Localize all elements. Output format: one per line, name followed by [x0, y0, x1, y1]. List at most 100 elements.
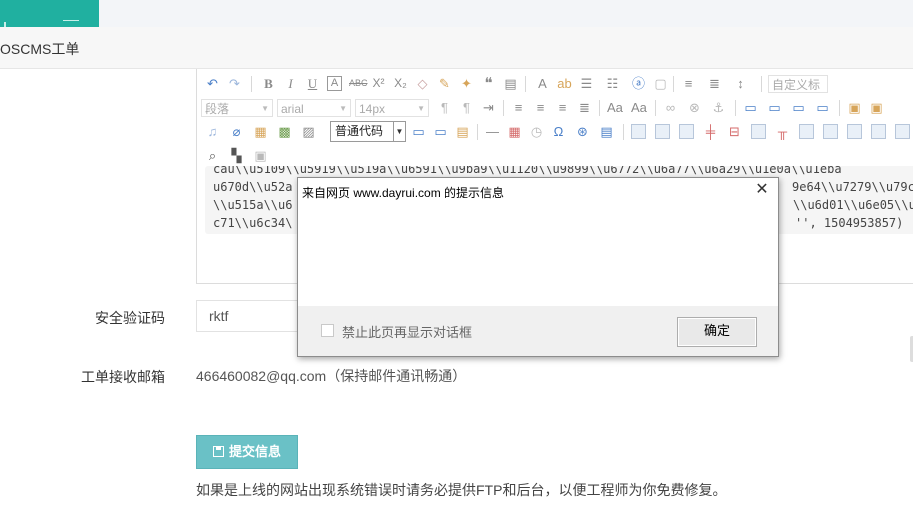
search-icon[interactable]: ▚ [229, 148, 244, 163]
italic-icon[interactable]: I [283, 76, 298, 91]
suppress-dialog-label[interactable]: 禁止此页再显示对话框 [342, 322, 472, 341]
delete-table-icon[interactable] [655, 124, 670, 139]
toolbar-divider [839, 100, 840, 116]
insert-row-icon[interactable]: ╪ [703, 124, 718, 139]
superscript-icon[interactable]: X² [371, 76, 386, 91]
insert-image-icon[interactable]: ▣ [847, 100, 862, 115]
attachment-icon[interactable]: ⌀ [229, 124, 244, 139]
help-icon[interactable]: ▣ [253, 148, 268, 163]
justify-full-icon[interactable]: ≣ [577, 100, 592, 115]
template-icon[interactable]: ▤ [455, 124, 470, 139]
custom-title-select[interactable]: 自定义标 [768, 75, 828, 93]
preview-icon[interactable]: ⌕ [205, 148, 220, 163]
format-brush-icon[interactable]: ✎ [437, 76, 452, 91]
time-icon[interactable]: ◷ [529, 124, 544, 139]
insert-table-icon[interactable] [631, 124, 646, 139]
image-left-icon[interactable]: ▭ [767, 100, 782, 115]
image-gallery-icon[interactable]: ▩ [277, 124, 292, 139]
code-line: \\u515a\\u6 [213, 198, 293, 212]
search-replace-icon[interactable]: ⊛ [575, 124, 590, 139]
ok-button[interactable]: 确定 [677, 317, 757, 347]
auto-format-icon[interactable]: ✦ [459, 76, 474, 91]
email-label: 工单接收邮箱 [81, 369, 165, 385]
anchor-icon[interactable]: ⚓ [711, 100, 726, 115]
page-title: OSCMS工单 [0, 41, 80, 57]
font-border-icon[interactable]: A [327, 76, 342, 91]
date-icon[interactable]: ▦ [507, 124, 522, 139]
alert-dialog: 来自网页 www.dayrui.com 的提示信息 ✕ 禁止此页再显示对话框 确… [297, 177, 779, 357]
insert-paragraph-icon[interactable] [679, 124, 694, 139]
draft-icon[interactable]: ▤ [599, 124, 614, 139]
merge-cells-icon[interactable] [799, 124, 814, 139]
undo-icon[interactable]: ↶ [205, 76, 220, 91]
merge-down-icon[interactable] [847, 124, 862, 139]
justify-left-icon[interactable]: ≡ [511, 100, 526, 115]
image-none-icon[interactable]: ▭ [743, 100, 758, 115]
justify-center-icon[interactable]: ≡ [533, 100, 548, 115]
dialog-title: 来自网页 www.dayrui.com 的提示信息 [302, 186, 505, 200]
font-color-icon[interactable]: A [535, 76, 550, 91]
bold-icon[interactable]: B [261, 76, 276, 91]
to-uppercase-icon[interactable]: Aа [607, 100, 623, 115]
code-line: c71\\u6c34\ [213, 216, 293, 230]
toolbar-divider [655, 100, 656, 116]
image-right-icon[interactable]: ▭ [791, 100, 806, 115]
special-char-icon[interactable]: Ω [551, 124, 566, 139]
submit-button[interactable]: 提交信息 [196, 435, 298, 469]
insert-image-icon[interactable]: ▣ [869, 100, 884, 115]
chevron-down-icon: ▼ [261, 104, 269, 113]
clear-doc-icon[interactable]: ▢ [653, 76, 668, 91]
image-center-icon[interactable]: ▭ [815, 100, 830, 115]
code-line: u670d\\u52a [213, 180, 293, 194]
insert-col-icon[interactable] [751, 124, 766, 139]
delete-row-icon[interactable]: ⊟ [727, 124, 742, 139]
underline-icon[interactable]: U [305, 76, 320, 91]
font-size-select[interactable]: 14px ▼ [355, 99, 429, 117]
paste-plain-icon[interactable]: ▤ [503, 76, 518, 91]
toolbar-divider [623, 124, 624, 140]
close-icon[interactable]: ✕ [754, 182, 770, 198]
music-icon[interactable]: ♫ [205, 124, 220, 139]
toolbar-divider [503, 100, 504, 116]
delete-col-icon[interactable]: ╥ [775, 124, 790, 139]
eraser-icon[interactable]: ◇ [415, 76, 430, 91]
blockquote-icon[interactable]: ❝ [481, 76, 496, 91]
paragraph-select[interactable]: 段落 ▼ [201, 99, 273, 117]
split-cells-icon[interactable] [871, 124, 886, 139]
help-note: 如果是上线的网站出现系统错误时请务必提供FTP和后台，以便工程师为你免费修复。 [196, 482, 727, 498]
editor-toolbar: ↶ ↷ B I U A ABC X² X₂ ◇ ✎ ✦ ❝ ▤ A ab ☰ ☷ [197, 69, 913, 166]
select-all-icon[interactable]: ⓐ [631, 76, 646, 91]
split-rows-icon[interactable] [895, 124, 910, 139]
toolbar-divider [525, 76, 526, 92]
highlight-color-icon[interactable]: ab [557, 76, 572, 91]
merge-right-icon[interactable] [823, 124, 838, 139]
indent-rtl-icon[interactable]: ¶ [459, 100, 474, 115]
subscript-icon[interactable]: X₂ [393, 76, 408, 91]
map-icon[interactable]: ▨ [301, 124, 316, 139]
horizontal-rule-icon[interactable]: — [485, 124, 500, 139]
unordered-list-icon[interactable]: ☷ [605, 76, 620, 91]
brand-bar [0, 0, 99, 27]
row-spacing-top-icon[interactable]: ≡ [681, 76, 696, 91]
link-icon[interactable]: ∞ [663, 100, 678, 115]
chevron-down-icon: ▼ [417, 104, 425, 113]
indent-icon[interactable]: ⇥ [481, 100, 496, 115]
top-strip [0, 0, 913, 27]
to-lowercase-icon[interactable]: Aa [631, 100, 647, 115]
line-height-icon[interactable]: ↕ [733, 76, 748, 91]
code-language-select[interactable]: 普通代码 ▼ [330, 121, 406, 142]
suppress-dialog-checkbox[interactable] [321, 324, 334, 337]
unlink-icon[interactable]: ⊗ [687, 100, 702, 115]
row-spacing-bottom-icon[interactable]: ≣ [707, 76, 722, 91]
justify-right-icon[interactable]: ≡ [555, 100, 570, 115]
video-icon[interactable]: ▦ [253, 124, 268, 139]
ordered-list-icon[interactable]: ☰ [579, 76, 594, 91]
strikethrough-icon[interactable]: ABC [349, 76, 368, 91]
frame-icon[interactable]: ▭ [411, 124, 426, 139]
redo-icon[interactable]: ↷ [227, 76, 242, 91]
indent-ltr-icon[interactable]: ¶ [437, 100, 452, 115]
font-family-select[interactable]: arial ▼ [277, 99, 351, 117]
captcha-input[interactable]: rktf [196, 300, 306, 332]
page-break-icon[interactable]: ▭ [433, 124, 448, 139]
toolbar-divider [761, 76, 762, 92]
